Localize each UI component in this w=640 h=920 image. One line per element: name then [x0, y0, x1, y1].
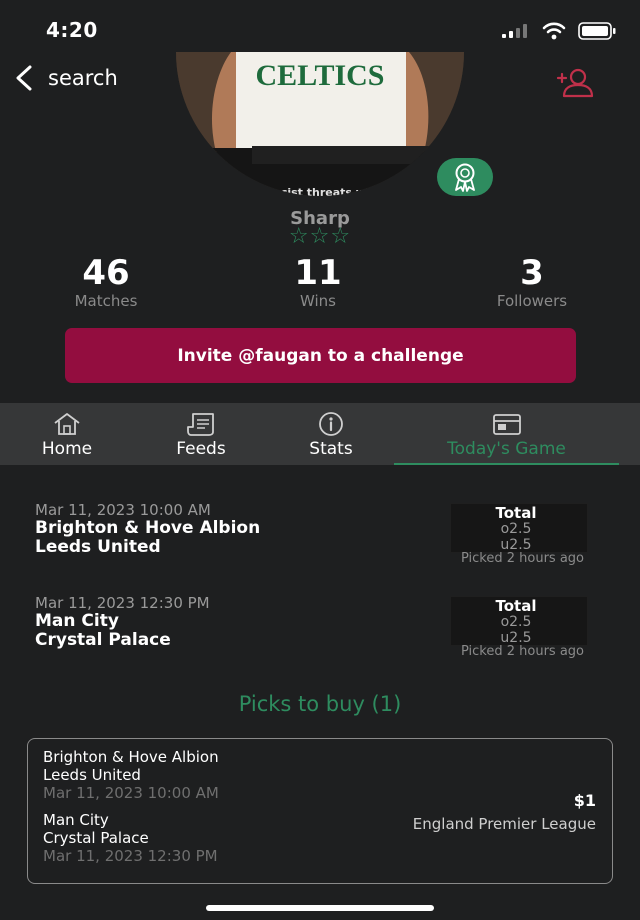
stat-label: Matches: [74, 292, 138, 310]
stat-value: 11: [294, 253, 342, 293]
award-badge: [437, 158, 493, 196]
add-user-icon: [556, 68, 594, 98]
pick-title: Total: [495, 597, 537, 615]
match-home-team: Brighton & Hove Albion: [35, 518, 261, 538]
tab-label: Stats: [309, 439, 353, 459]
pick-title: Total: [495, 504, 537, 522]
add-friend-button[interactable]: [556, 68, 596, 102]
stat-matches: 46 Matches: [6, 256, 206, 310]
signal-icon: [502, 24, 527, 38]
wifi-icon: [542, 22, 566, 40]
stat-value: 3: [520, 253, 544, 293]
avatar-text: CELTICS: [256, 59, 385, 92]
stat-wins: 11 Wins: [218, 256, 418, 310]
match-away-team: Crystal Palace: [35, 630, 171, 650]
active-tab-indicator: [394, 463, 619, 465]
league-name: England Premier League: [412, 815, 596, 833]
rating-stars: ☆☆☆: [288, 224, 352, 249]
stat-label: Wins: [300, 292, 336, 310]
card-home-team: Brighton & Hove Albion: [43, 748, 219, 766]
tab-todays-game[interactable]: Today's Game: [394, 403, 619, 465]
pick-package-card[interactable]: Brighton & Hove Albion Leeds United Mar …: [27, 738, 613, 884]
match-home-team: Man City: [35, 611, 119, 631]
info-icon: [319, 412, 343, 436]
pick-option: o2.5: [500, 521, 532, 537]
card-away-team: Crystal Palace: [43, 829, 149, 847]
card-home-team: Man City: [43, 811, 109, 829]
status-time: 4:20: [46, 18, 98, 42]
tab-label: Feeds: [176, 439, 226, 459]
picked-time: Picked 2 hours ago: [460, 644, 584, 659]
avatar-caption: racist threats wit: [268, 186, 375, 196]
match-date: Mar 11, 2023 12:30 PM: [35, 594, 210, 612]
tab-label: Home: [41, 439, 93, 459]
avatar: CELTICS racist threats wit: [176, 52, 464, 196]
stat-label: Followers: [496, 292, 568, 310]
picks-to-buy-title: Picks to buy (1): [238, 692, 402, 716]
stat-value: 46: [82, 253, 130, 293]
calendar-icon: [492, 414, 521, 435]
stat-followers[interactable]: 3 Followers: [432, 256, 632, 310]
tab-home[interactable]: Home: [2, 403, 132, 465]
tab-label: Today's Game: [447, 439, 566, 459]
pick-detail: Total o2.5 u2.5: [449, 598, 583, 646]
invite-challenge-button[interactable]: Invite @faugan to a challenge: [65, 328, 576, 383]
home-icon: [54, 413, 80, 435]
pick-price: $1: [573, 791, 596, 810]
match-away-team: Leeds United: [35, 537, 161, 557]
picked-time: Picked 2 hours ago: [460, 551, 584, 566]
tab-stats[interactable]: Stats: [266, 403, 396, 465]
avatar-image: CELTICS racist threats wit: [176, 52, 464, 196]
feeds-icon: [187, 413, 214, 436]
card-date: Mar 11, 2023 12:30 PM: [43, 847, 218, 865]
match-item[interactable]: Mar 11, 2023 12:30 PM Man City Crystal P…: [35, 594, 210, 650]
pick-detail: Total o2.5 u2.5: [449, 505, 583, 553]
award-icon: [455, 163, 475, 192]
card-away-team: Leeds United: [43, 766, 141, 784]
battery-icon: [578, 22, 616, 40]
match-item[interactable]: Mar 11, 2023 10:00 AM Brighton & Hove Al…: [35, 501, 260, 557]
match-date: Mar 11, 2023 10:00 AM: [35, 501, 211, 519]
tab-bar: Home Feeds Stats Today's Game: [0, 403, 640, 465]
status-icons: [502, 22, 616, 40]
home-indicator[interactable]: [206, 905, 434, 911]
card-date: Mar 11, 2023 10:00 AM: [43, 784, 219, 802]
pick-option: o2.5: [500, 614, 532, 630]
tab-feeds[interactable]: Feeds: [136, 403, 266, 465]
